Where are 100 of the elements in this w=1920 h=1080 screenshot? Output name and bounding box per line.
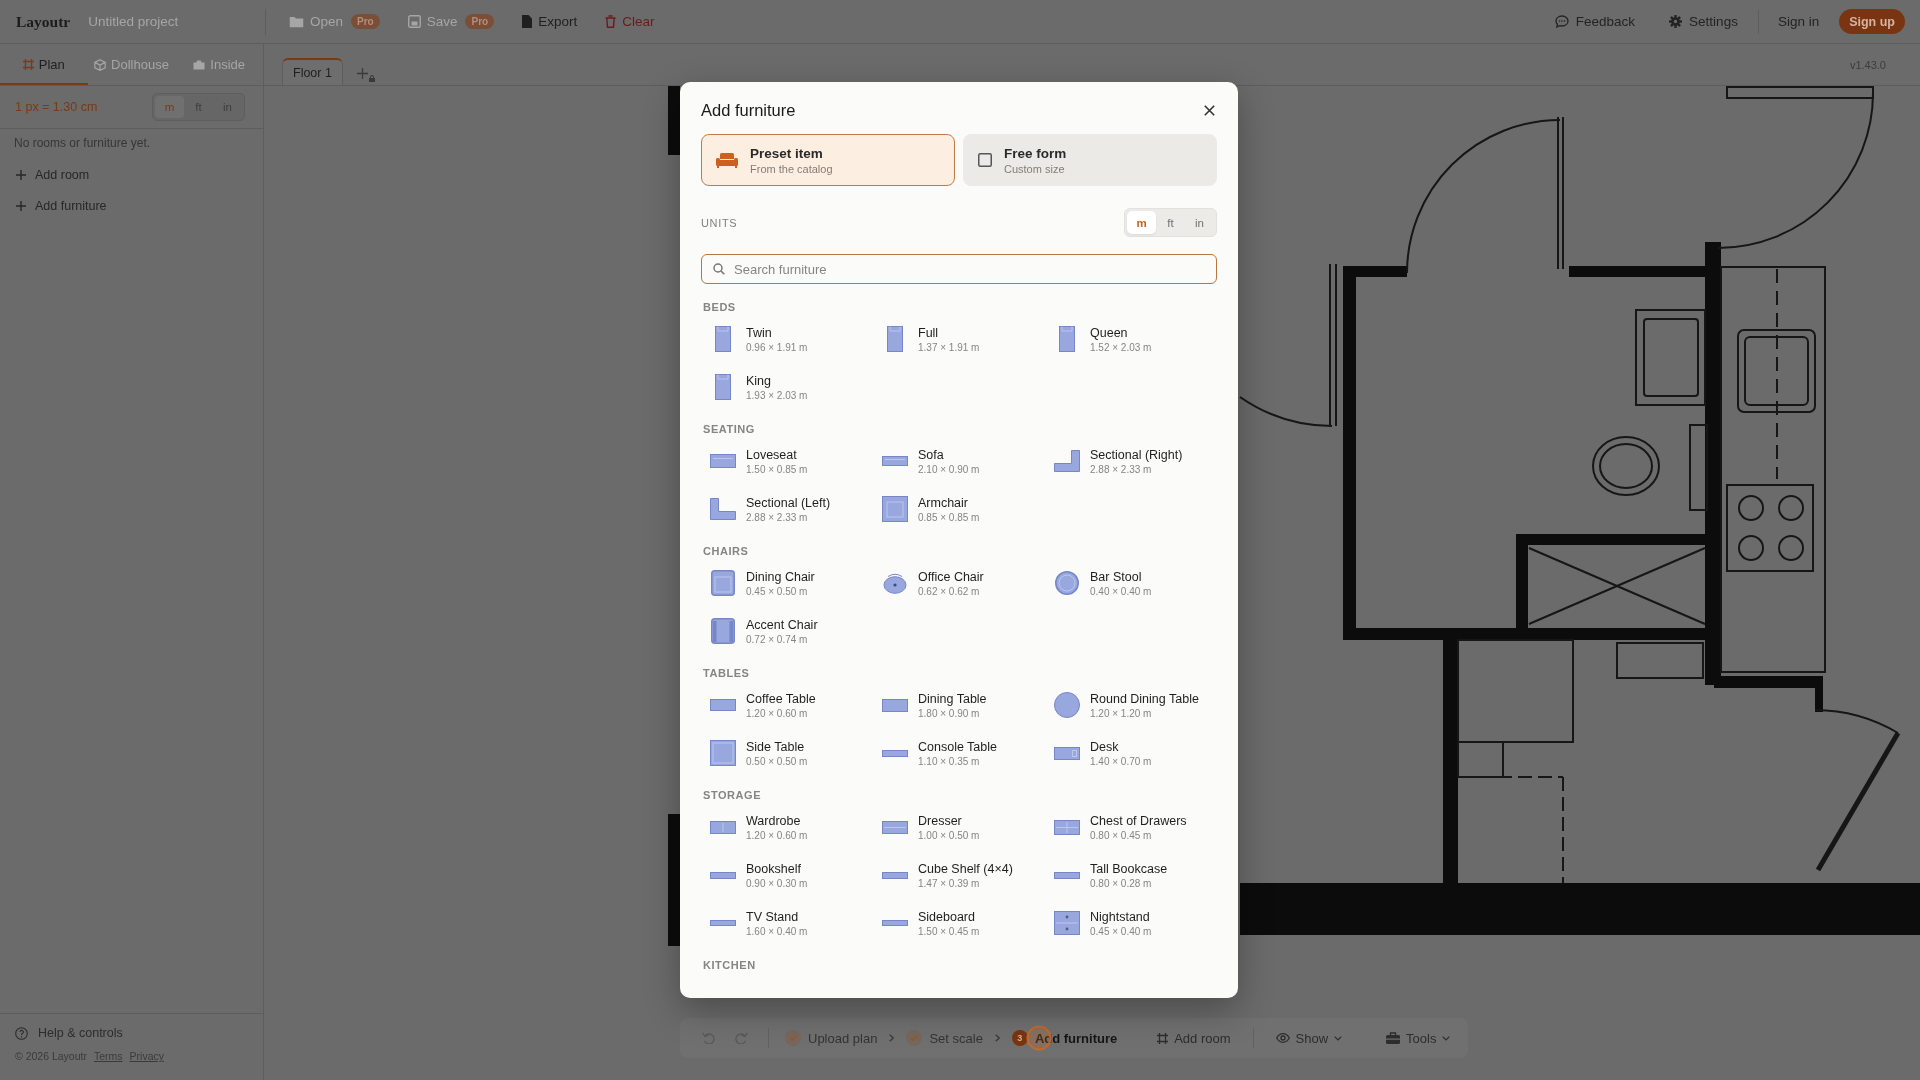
corner-sofa-icon [710, 498, 736, 520]
section-heading: TABLES [702, 666, 751, 680]
furniture-item[interactable]: Cube Shelf (4×4) 1.47 × 0.39 m [873, 855, 1045, 895]
eye-icon [1275, 1033, 1290, 1043]
sofa-icon [716, 152, 738, 168]
furniture-item[interactable]: Accent Chair 0.72 × 0.74 m [701, 611, 873, 651]
corner-sofa-icon [1054, 450, 1080, 472]
drawers-icon [1054, 819, 1080, 835]
search-icon [713, 263, 725, 275]
document-icon [522, 15, 533, 28]
furniture-item[interactable]: Dining Table 1.80 × 0.90 m [873, 685, 1045, 725]
furniture-item[interactable]: Chest of Drawers 0.80 × 0.45 m [1045, 807, 1217, 847]
bed-icon [715, 374, 731, 400]
furniture-item[interactable]: Armchair 0.85 × 0.85 m [873, 489, 1045, 529]
furniture-item[interactable]: King 1.93 × 2.03 m [701, 367, 873, 407]
round-table-icon [1054, 692, 1080, 718]
furniture-item[interactable]: Sectional (Left) 2.88 × 2.33 m [701, 489, 873, 529]
chevron-right-icon [994, 1034, 1000, 1042]
toolbox-icon [1386, 1032, 1401, 1044]
dresser-icon [882, 820, 908, 834]
section-heading: SEATING [702, 422, 756, 436]
mode-card[interactable]: Preset item From the catalog [701, 134, 955, 186]
section-heading: KITCHEN [702, 958, 757, 972]
add-floor-button[interactable] [356, 68, 375, 79]
cube-icon [94, 58, 107, 71]
furniture-item[interactable]: Console Table 1.10 × 0.35 m [873, 733, 1045, 773]
search-field[interactable]: Search furniture [701, 254, 1217, 284]
bed-icon [715, 326, 731, 352]
furniture-item[interactable]: TV Stand 1.60 × 0.40 m [701, 903, 873, 943]
armchair-icon [882, 496, 908, 522]
cabinet-icon [710, 920, 736, 926]
unit-option[interactable]: ft [1156, 211, 1185, 234]
furniture-item[interactable]: Office Chair 0.62 × 0.62 m [873, 563, 1045, 603]
armchair-icon [711, 618, 735, 644]
trash-icon [605, 15, 617, 28]
console-table-icon [882, 749, 908, 757]
stool-icon [1055, 571, 1079, 595]
chair-icon [711, 570, 735, 596]
wall [668, 86, 680, 155]
furniture-item[interactable]: Desk 1.40 × 0.70 m [1045, 733, 1217, 773]
furniture-item[interactable]: Queen 1.52 × 2.03 m [1045, 319, 1217, 359]
sofa-icon [882, 456, 908, 466]
chevron-down-icon [1334, 1035, 1343, 1041]
dialog-title: Add furniture [701, 100, 796, 120]
furniture-item[interactable]: Sectional (Right) 2.88 × 2.33 m [1045, 441, 1217, 481]
check-icon [785, 1030, 801, 1046]
project-name: Untitled project [88, 14, 179, 29]
furniture-item[interactable]: Sideboard 1.50 × 0.45 m [873, 903, 1045, 943]
furniture-item[interactable]: Twin 0.96 × 1.91 m [701, 319, 873, 359]
lock-icon [368, 75, 375, 82]
furniture-item[interactable]: Tall Bookcase 0.80 × 0.28 m [1045, 855, 1217, 895]
units-label: UNITS [701, 216, 738, 229]
sofa-icon [710, 454, 736, 468]
section-heading: CHAIRS [702, 544, 750, 558]
furniture-item[interactable]: Coffee Table 1.20 × 0.60 m [701, 685, 873, 725]
furniture-item[interactable]: Sofa 2.10 × 0.90 m [873, 441, 1045, 481]
section-heading: STORAGE [702, 788, 763, 802]
redo-icon [735, 1032, 748, 1044]
table-icon [882, 698, 908, 712]
bed-icon [887, 326, 903, 352]
wardrobe-icon [710, 820, 736, 834]
chat-bubble-icon [1554, 15, 1569, 28]
plus-icon [356, 68, 368, 79]
sign-up-button[interactable]: Sign up [1839, 9, 1905, 34]
unit-option[interactable]: in [1185, 211, 1214, 234]
furniture-item[interactable]: Loveseat 1.50 × 0.85 m [701, 441, 873, 481]
mode-card[interactable]: Free form Custom size [963, 134, 1217, 186]
furniture-item[interactable]: Full 1.37 × 1.91 m [873, 319, 1045, 359]
pro-badge: Pro [351, 14, 380, 29]
pro-badge: Pro [465, 14, 495, 29]
chevron-down-icon [1442, 1035, 1451, 1041]
furniture-item[interactable]: Nightstand 0.45 × 0.40 m [1045, 903, 1217, 943]
square-table-icon [710, 740, 736, 766]
close-icon [1203, 104, 1215, 116]
furniture-item[interactable]: Bar Stool 0.40 × 0.40 m [1045, 563, 1217, 603]
desk-icon [1054, 746, 1080, 760]
furniture-item[interactable]: Round Dining Table 1.20 × 1.20 m [1045, 685, 1217, 725]
bed-icon [1059, 326, 1075, 352]
section-heading: BEDS [702, 300, 737, 314]
scale-readout: 1 px = 1.30 cm [15, 100, 98, 114]
furniture-item[interactable]: Side Table 0.50 × 0.50 m [701, 733, 873, 773]
nightstand-icon [1054, 911, 1080, 935]
furniture-item[interactable]: Dresser 1.00 × 0.50 m [873, 807, 1045, 847]
unit-option[interactable]: m [1127, 211, 1156, 234]
settings-icon [1669, 15, 1683, 28]
furniture-item[interactable]: Wardrobe 1.20 × 0.60 m [701, 807, 873, 847]
chevron-right-icon [889, 1034, 895, 1042]
plus-icon [16, 200, 26, 211]
square-icon [978, 153, 992, 167]
furniture-item[interactable]: Bookshelf 0.90 × 0.30 m [701, 855, 873, 895]
furniture-item[interactable]: Dining Chair 0.45 × 0.50 m [701, 563, 873, 603]
shelf-icon [710, 871, 736, 879]
frame-icon [22, 59, 34, 70]
office-chair-icon [883, 572, 907, 594]
shelf-icon [882, 871, 908, 879]
undo-icon [702, 1032, 715, 1044]
table-icon [710, 699, 736, 711]
plus-icon [16, 169, 26, 180]
check-icon [906, 1030, 923, 1046]
shelf-icon [1054, 871, 1080, 879]
